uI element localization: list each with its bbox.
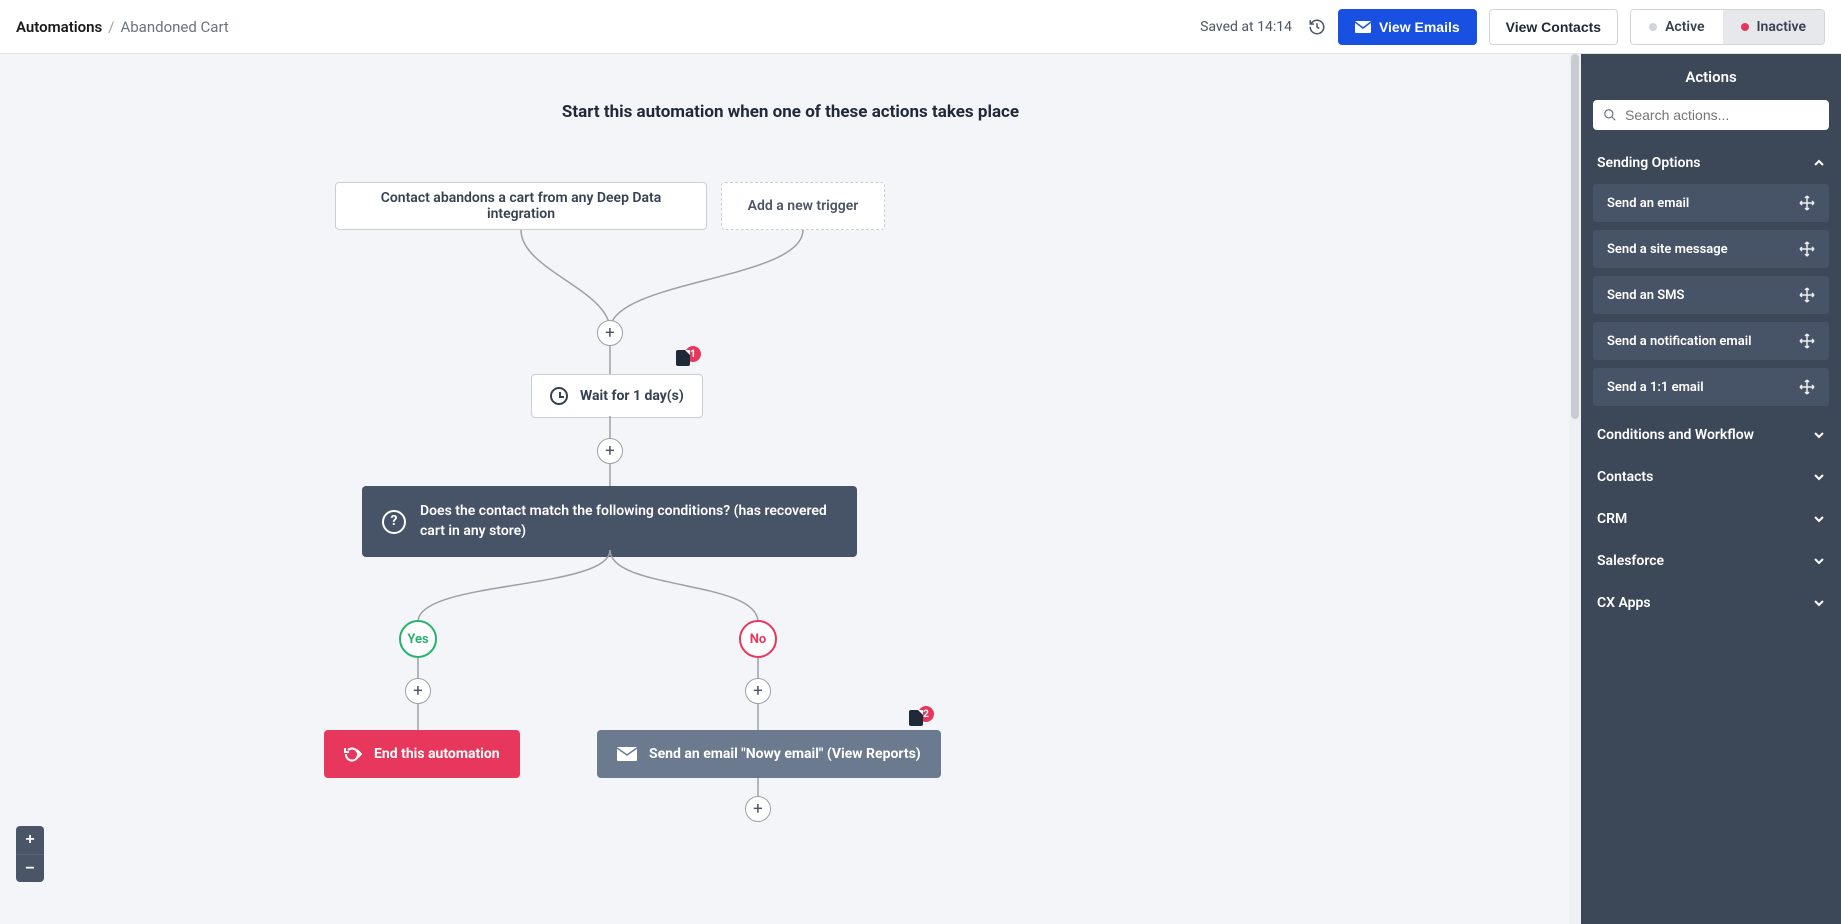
dot-icon <box>1741 23 1749 31</box>
add-step-button[interactable]: + <box>745 678 771 704</box>
chevron-down-icon <box>1813 555 1825 567</box>
end-icon <box>344 746 362 762</box>
zoom-controls: + − <box>16 826 44 882</box>
connector <box>417 658 419 680</box>
add-step-button[interactable]: + <box>405 678 431 704</box>
section-conditions-workflow[interactable]: Conditions and Workflow <box>1581 414 1841 456</box>
section-label: Sending Options <box>1597 155 1701 171</box>
scrollbar-thumb[interactable] <box>1571 54 1579 419</box>
section-label: Salesforce <box>1597 553 1664 569</box>
move-icon <box>1799 287 1815 303</box>
wait-label: Wait for 1 day(s) <box>580 388 684 404</box>
section-salesforce[interactable]: Salesforce <box>1581 540 1841 582</box>
section-sending-options[interactable]: Sending Options <box>1581 142 1841 184</box>
action-label: Send an SMS <box>1607 288 1684 303</box>
connector <box>757 704 759 732</box>
action-send-sms[interactable]: Send an SMS <box>1593 276 1829 314</box>
section-crm[interactable]: CRM <box>1581 498 1841 540</box>
connector <box>609 416 611 440</box>
section-contacts[interactable]: Contacts <box>1581 456 1841 498</box>
connector <box>417 704 419 732</box>
saved-label: Saved at 14:14 <box>1200 19 1292 35</box>
add-step-button[interactable]: + <box>745 796 771 822</box>
note-icon <box>909 710 923 726</box>
view-emails-button[interactable]: View Emails <box>1338 9 1477 45</box>
add-step-button[interactable]: + <box>597 320 623 346</box>
breadcrumb: Automations / Abandoned Cart <box>16 18 229 36</box>
move-icon <box>1799 379 1815 395</box>
canvas-workspace[interactable]: Start this automation when one of these … <box>0 54 1581 924</box>
section-label: Contacts <box>1597 469 1653 485</box>
section-label: CX Apps <box>1597 595 1651 611</box>
mail-icon <box>617 747 637 761</box>
end-label: End this automation <box>374 746 500 762</box>
no-branch[interactable]: No <box>739 620 777 658</box>
action-send-one-to-one[interactable]: Send a 1:1 email <box>1593 368 1829 406</box>
email-label: Send an email "Nowy email" (View Reports… <box>649 746 921 762</box>
view-emails-label: View Emails <box>1379 19 1460 35</box>
header: Automations / Abandoned Cart Saved at 14… <box>0 0 1841 54</box>
trigger-node[interactable]: Contact abandons a cart from any Deep Da… <box>335 182 707 230</box>
zoom-in-button[interactable]: + <box>16 826 44 854</box>
send-email-node[interactable]: Send an email "Nowy email" (View Reports… <box>597 730 941 778</box>
end-automation-node[interactable]: End this automation <box>324 730 520 778</box>
sidebar-title: Actions <box>1581 54 1841 100</box>
toggle-inactive[interactable]: Inactive <box>1723 10 1824 44</box>
toggle-active[interactable]: Active <box>1631 10 1722 44</box>
note-icon <box>676 350 690 366</box>
add-trigger-node[interactable]: Add a new trigger <box>721 182 885 230</box>
breadcrumb-leaf: Abandoned Cart <box>120 18 228 36</box>
search-actions-input[interactable] <box>1593 100 1829 130</box>
canvas-heading: Start this automation when one of these … <box>0 102 1581 122</box>
action-send-email[interactable]: Send an email <box>1593 184 1829 222</box>
action-label: Send an email <box>1607 196 1689 211</box>
action-send-notification[interactable]: Send a notification email <box>1593 322 1829 360</box>
chevron-down-icon <box>1813 513 1825 525</box>
automation-canvas: Start this automation when one of these … <box>0 54 1581 924</box>
move-icon <box>1799 333 1815 349</box>
yes-branch[interactable]: Yes <box>399 620 437 658</box>
section-cx-apps[interactable]: CX Apps <box>1581 582 1841 624</box>
search-field[interactable] <box>1625 107 1819 123</box>
action-label: Send a 1:1 email <box>1607 380 1704 395</box>
actions-sidebar: Actions Sending Options Send an email Se… <box>1581 54 1841 924</box>
section-label: Conditions and Workflow <box>1597 427 1754 443</box>
chevron-down-icon <box>1813 597 1825 609</box>
note-badge[interactable]: 1 <box>676 350 701 366</box>
connector <box>757 658 759 680</box>
move-icon <box>1799 195 1815 211</box>
chevron-up-icon <box>1813 157 1825 169</box>
connector <box>360 550 860 630</box>
chevron-down-icon <box>1813 471 1825 483</box>
chevron-down-icon <box>1813 429 1825 441</box>
add-step-button[interactable]: + <box>597 438 623 464</box>
clock-icon <box>550 387 568 405</box>
connector <box>609 464 611 488</box>
header-actions: Saved at 14:14 View Emails View Contacts… <box>1200 9 1825 45</box>
move-icon <box>1799 241 1815 257</box>
zoom-out-button[interactable]: − <box>16 854 44 882</box>
wait-node[interactable]: Wait for 1 day(s) <box>531 374 703 418</box>
history-icon[interactable] <box>1308 18 1326 36</box>
status-toggle: Active Inactive <box>1630 9 1825 45</box>
inactive-label: Inactive <box>1757 19 1806 35</box>
vertical-scrollbar[interactable] <box>1569 54 1581 924</box>
action-label: Send a notification email <box>1607 334 1751 349</box>
breadcrumb-root[interactable]: Automations <box>16 18 102 36</box>
search-icon <box>1603 108 1617 122</box>
active-label: Active <box>1665 19 1704 35</box>
section-label: CRM <box>1597 511 1627 527</box>
condition-text: Does the contact match the following con… <box>420 502 837 541</box>
note-badge[interactable]: 2 <box>909 710 934 726</box>
condition-node[interactable]: ? Does the contact match the following c… <box>362 486 857 557</box>
question-icon: ? <box>382 510 406 534</box>
action-label: Send a site message <box>1607 242 1728 257</box>
view-contacts-button[interactable]: View Contacts <box>1489 9 1618 45</box>
dot-icon <box>1649 23 1657 31</box>
mail-icon <box>1355 21 1371 33</box>
breadcrumb-separator: / <box>108 18 114 36</box>
action-send-site-message[interactable]: Send a site message <box>1593 230 1829 268</box>
